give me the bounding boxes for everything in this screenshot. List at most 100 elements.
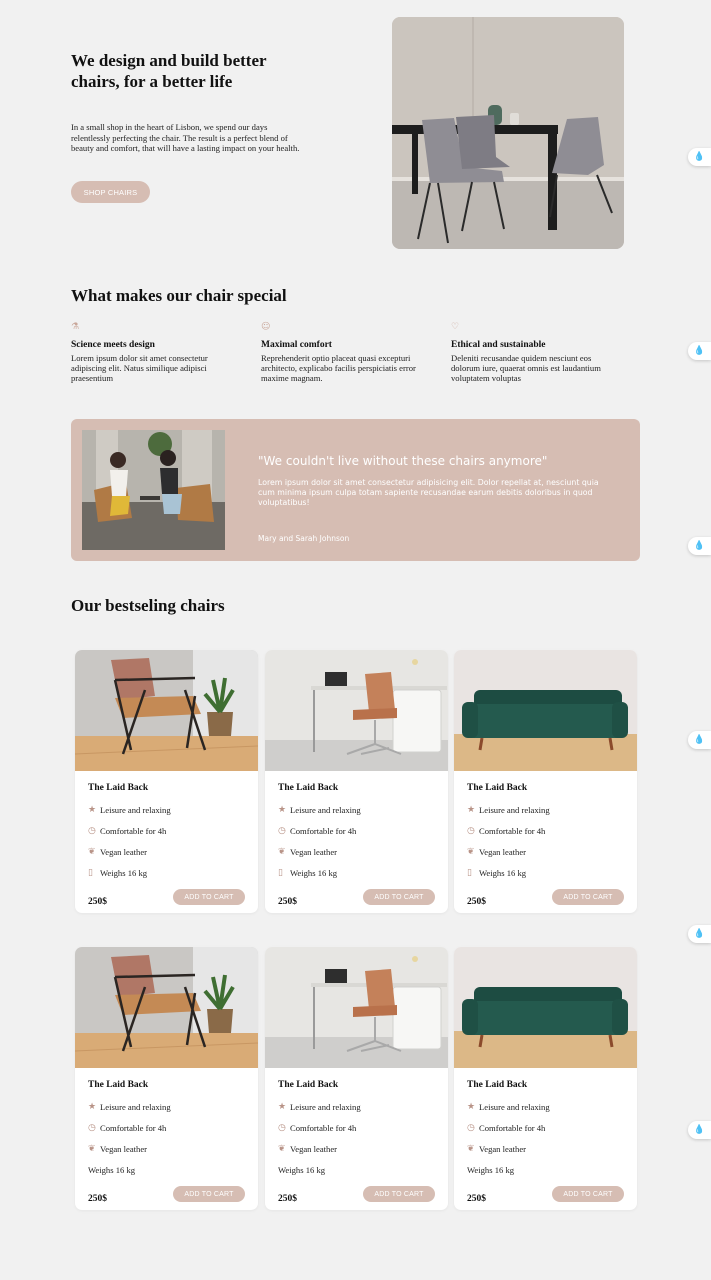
product-attr-leisure: ★ Leisure and relaxing <box>88 805 171 815</box>
smile-icon: ☺ <box>261 322 271 332</box>
product-attr-weight: Weighs 16 kg <box>467 1165 515 1175</box>
water-drop-widget-tab[interactable]: 💧 <box>688 537 711 555</box>
product-image-sofa[interactable] <box>454 947 637 1068</box>
product-attr-material: ❦ Vegan leather <box>278 847 338 857</box>
product-name: The Laid Back <box>88 1080 149 1090</box>
product-attr-weight: Weighs 16 kg <box>278 1165 326 1175</box>
clock-icon: ◷ <box>278 1123 286 1133</box>
product-attr-weight: ▯ Weighs 16 kg <box>467 868 527 878</box>
product-attr-leisure: ★ Leisure and relaxing <box>278 805 361 815</box>
water-drop-icon: 💧 <box>693 734 706 745</box>
product-image-office-chair[interactable] <box>265 947 448 1068</box>
star-icon: ★ <box>467 805 476 815</box>
hero-title: We design and build better chairs, for a… <box>71 51 267 91</box>
feature-title: Science meets design <box>71 340 155 350</box>
heart-icon: ♡ <box>451 322 460 332</box>
add-to-cart-button[interactable]: ADD TO CART <box>363 1186 435 1202</box>
weight-icon: ▯ <box>278 868 283 878</box>
star-icon: ★ <box>278 805 287 815</box>
product-attr-comfort: ◷ Comfortable for 4h <box>467 1123 546 1133</box>
feature-item: ♡ Ethical and sustainable Deleniti recus… <box>451 322 621 384</box>
product-attr-comfort: ◷ Comfortable for 4h <box>467 826 546 836</box>
star-icon: ★ <box>88 805 97 815</box>
product-card[interactable]: The Laid Back ★ Leisure and relaxing ◷ Com… <box>75 650 258 913</box>
feature-title: Maximal comfort <box>261 340 332 350</box>
feature-title: Ethical and sustainable <box>451 340 546 350</box>
hero-dining-chairs-image <box>392 17 624 249</box>
star-icon: ★ <box>88 1102 97 1112</box>
leaf-icon: ❦ <box>278 847 286 857</box>
bestsellers-title: Our bestseling chairs <box>71 596 225 615</box>
testimonial-box: "We couldn't live without these chairs a… <box>71 419 640 561</box>
leaf-icon: ❦ <box>88 847 96 857</box>
hero-description: In a small shop in the heart of Lisbon, … <box>71 122 300 153</box>
testimonial-author: Mary and Sarah Johnson <box>258 534 350 543</box>
water-drop-icon: 💧 <box>693 345 706 356</box>
product-attr-weight: ▯ Weighs 16 kg <box>88 868 148 878</box>
product-attr-material: ❦ Vegan leather <box>88 1144 148 1154</box>
leaf-icon: ❦ <box>467 1144 475 1154</box>
product-card[interactable]: The Laid Back ★ Leisure and relaxing ◷ Com… <box>75 947 258 1210</box>
product-attr-material: ❦ Vegan leather <box>467 1144 527 1154</box>
water-drop-widget-tab[interactable]: 💧 <box>688 148 711 166</box>
feature-text: Deleniti recusandae quidem nesciunt eos … <box>451 353 601 384</box>
product-attr-leisure: ★ Leisure and relaxing <box>467 805 550 815</box>
water-drop-widget-tab[interactable]: 💧 <box>688 731 711 749</box>
product-card[interactable]: The Laid Back ★ Leisure and relaxing ◷ Com… <box>454 650 637 913</box>
add-to-cart-button[interactable]: ADD TO CART <box>552 1186 624 1202</box>
product-card[interactable]: The Laid Back ★ Leisure and relaxing ◷ Com… <box>265 650 448 913</box>
product-name: The Laid Back <box>467 1080 528 1090</box>
water-drop-widget-tab[interactable]: 💧 <box>688 1121 711 1139</box>
product-attr-comfort: ◷ Comfortable for 4h <box>88 826 167 836</box>
product-name: The Laid Back <box>467 783 528 793</box>
product-attr-comfort: ◷ Comfortable for 4h <box>278 1123 357 1133</box>
product-card[interactable]: The Laid Back ★ Leisure and relaxing ◷ Com… <box>265 947 448 1210</box>
product-name: The Laid Back <box>278 1080 339 1090</box>
product-image-lounge-chair[interactable] <box>75 650 258 771</box>
product-price: 250$ <box>88 1194 107 1204</box>
add-to-cart-button[interactable]: ADD TO CART <box>552 889 624 905</box>
shop-chairs-button[interactable]: SHOP CHAIRS <box>71 181 150 203</box>
product-attr-material: ❦ Vegan leather <box>88 847 148 857</box>
water-drop-widget-tab[interactable]: 💧 <box>688 925 711 943</box>
product-attr-leisure: ★ Leisure and relaxing <box>88 1102 171 1112</box>
product-image-sofa[interactable] <box>454 650 637 771</box>
product-image-lounge-chair[interactable] <box>75 947 258 1068</box>
product-attr-comfort: ◷ Comfortable for 4h <box>88 1123 167 1133</box>
product-name: The Laid Back <box>88 783 149 793</box>
product-name: The Laid Back <box>278 783 339 793</box>
feature-item: ⚗ Science meets design Lorem ipsum dolor… <box>71 322 241 384</box>
clock-icon: ◷ <box>88 1123 96 1133</box>
leaf-icon: ❦ <box>467 847 475 857</box>
product-attr-weight: ▯ Weighs 16 kg <box>278 868 338 878</box>
product-attr-material: ❦ Vegan leather <box>278 1144 338 1154</box>
add-to-cart-button[interactable]: ADD TO CART <box>173 889 245 905</box>
testimonial-quote: "We couldn't live without these chairs a… <box>258 454 548 468</box>
clock-icon: ◷ <box>278 826 286 836</box>
flask-icon: ⚗ <box>71 322 80 332</box>
water-drop-icon: 💧 <box>693 540 706 551</box>
features-title: What makes our chair special <box>71 286 287 305</box>
product-image-office-chair[interactable] <box>265 650 448 771</box>
feature-text: Reprehenderit optio placeat quasi except… <box>261 353 416 384</box>
product-attr-weight: Weighs 16 kg <box>88 1165 136 1175</box>
product-attr-material: ❦ Vegan leather <box>467 847 527 857</box>
feature-item: ☺ Maximal comfort Reprehenderit optio pl… <box>261 322 431 384</box>
testimonial-text: Lorem ipsum dolor sit amet consectetur a… <box>258 478 599 507</box>
product-attr-leisure: ★ Leisure and relaxing <box>278 1102 361 1112</box>
feature-text: Lorem ipsum dolor sit amet consectetur a… <box>71 353 208 384</box>
product-price: 250$ <box>467 1194 486 1204</box>
add-to-cart-button[interactable]: ADD TO CART <box>363 889 435 905</box>
clock-icon: ◷ <box>467 826 475 836</box>
water-drop-widget-tab[interactable]: 💧 <box>688 342 711 360</box>
add-to-cart-button[interactable]: ADD TO CART <box>173 1186 245 1202</box>
product-attr-leisure: ★ Leisure and relaxing <box>467 1102 550 1112</box>
star-icon: ★ <box>278 1102 287 1112</box>
water-drop-icon: 💧 <box>693 151 706 162</box>
product-price: 250$ <box>467 897 486 907</box>
star-icon: ★ <box>467 1102 476 1112</box>
weight-icon: ▯ <box>88 868 93 878</box>
product-price: 250$ <box>278 1194 297 1204</box>
testimonial-photo <box>82 430 225 550</box>
product-card[interactable]: The Laid Back ★ Leisure and relaxing ◷ Com… <box>454 947 637 1210</box>
